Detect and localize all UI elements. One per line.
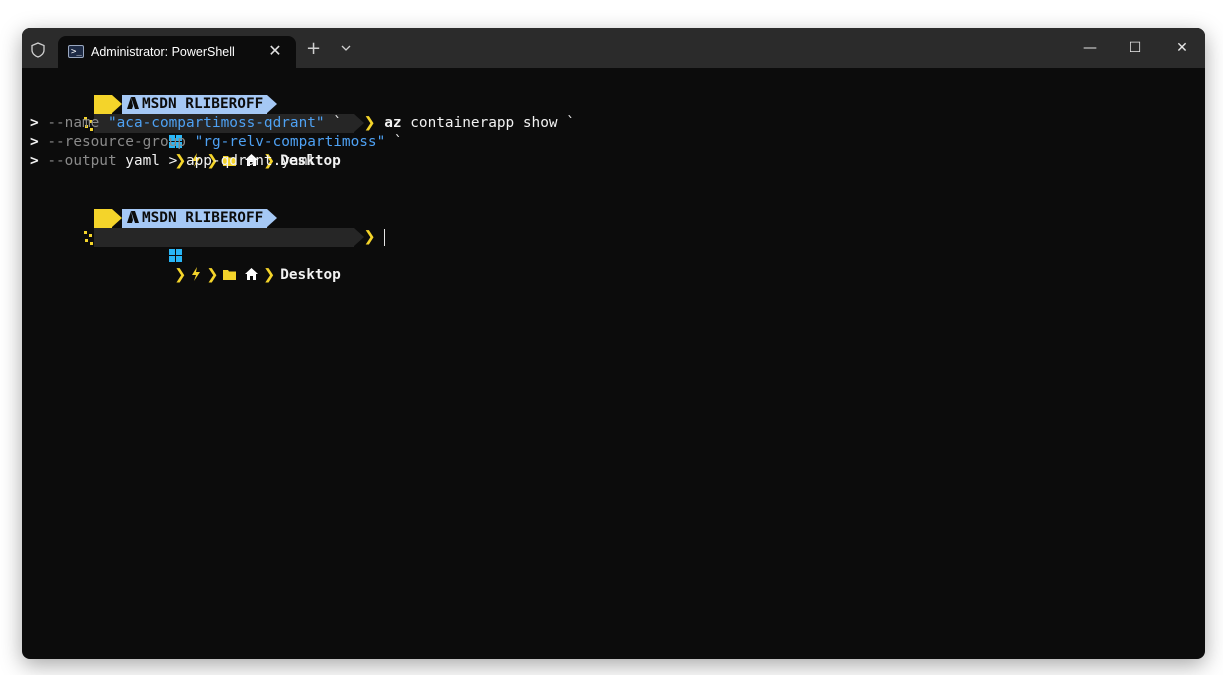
minimize-button[interactable]: — [1080, 40, 1100, 56]
folder-name: Desktop [280, 267, 341, 283]
backtick: ` [324, 115, 342, 131]
chevron-down-icon[interactable] [340, 41, 352, 55]
terminal-content[interactable]: MSDN RLIBEROFF ❯ ❯ ❯ Desktop ❯ az contai… [30, 76, 1205, 659]
backtick: ` [385, 134, 403, 150]
title-bar: >_ Administrator: PowerShell ✕ + — ☐ ✕ [22, 28, 1205, 68]
prompt-char: ❯ [363, 229, 376, 245]
home-icon [245, 268, 259, 280]
maximize-button[interactable]: ☐ [1125, 40, 1145, 56]
prompt-line-account: MSDN RLIBEROFF [30, 190, 278, 246]
string-value: "rg-relv-compartimoss" [194, 134, 386, 150]
flag-name: --output [47, 153, 117, 169]
windows-icon [169, 249, 183, 262]
prompt-char: ❯ [363, 115, 376, 131]
tab-powershell[interactable]: >_ Administrator: PowerShell ✕ [58, 36, 296, 68]
string-value: "aca-compartimoss-qdrant" [107, 115, 325, 131]
output-args: yaml > app-qdrant.yaml [116, 153, 316, 169]
text-cursor[interactable] [384, 229, 386, 246]
continuation-prefix: > [30, 134, 48, 150]
tab-title: Administrator: PowerShell [91, 45, 235, 59]
command-args: containerapp show ` [401, 115, 575, 131]
new-tab-button[interactable]: + [306, 39, 321, 59]
terminal-window: >_ Administrator: PowerShell ✕ + — ☐ ✕ M… [22, 28, 1205, 659]
continuation-line: > --resource-group "rg-relv-compartimoss… [30, 133, 403, 152]
continuation-line: > --name "aca-compartimoss-qdrant" ` [30, 114, 342, 133]
shield-icon[interactable] [30, 42, 46, 58]
prompt-line-path: ❯ ❯ ❯ Desktop ❯ az containerapp show ` [30, 95, 575, 169]
folder-icon [223, 270, 237, 280]
close-button[interactable]: ✕ [1172, 40, 1192, 56]
continuation-line: > --output yaml > app-qdrant.yaml [30, 152, 316, 171]
lightning-icon [192, 267, 201, 281]
prompt-line-path: ❯ ❯ ❯ Desktop ❯ [30, 209, 386, 283]
powershell-icon: >_ [68, 45, 84, 58]
continuation-prefix: > [30, 153, 48, 169]
continuation-prefix: > [30, 115, 48, 131]
flag-name: --resource-group [47, 134, 186, 150]
command-name: az [384, 115, 402, 131]
flag-name: --name [47, 115, 100, 131]
prompt-line-account: MSDN RLIBEROFF [30, 76, 278, 132]
tab-close-button[interactable]: ✕ [266, 41, 284, 61]
